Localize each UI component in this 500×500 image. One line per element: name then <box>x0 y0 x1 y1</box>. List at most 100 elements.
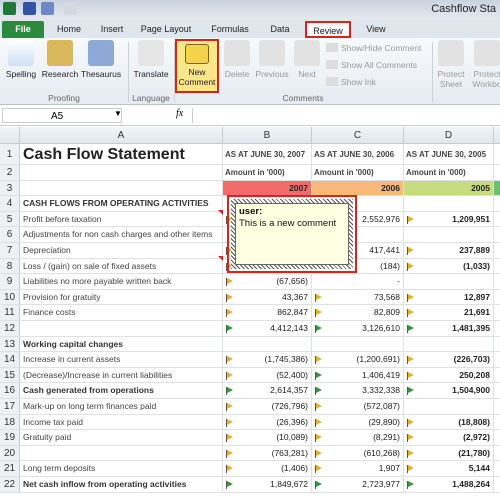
cell[interactable]: Cash generated from operations <box>20 383 223 398</box>
cell[interactable]: (1,033) <box>404 258 494 274</box>
spreadsheet-grid[interactable]: A B C D 1 Cash Flow Statement AS AT JUNE 30, 2… <box>0 127 500 500</box>
cell[interactable]: 2005 <box>404 180 494 196</box>
cell[interactable]: Cash Flow Statement <box>20 144 223 164</box>
cell[interactable]: Amount in '000) <box>312 165 404 180</box>
cell[interactable] <box>494 368 500 383</box>
cell[interactable]: 1,481,395 <box>404 321 494 336</box>
row-header[interactable]: 6 <box>0 227 20 242</box>
cell[interactable] <box>494 337 500 352</box>
cell[interactable]: 1,406,419 <box>312 367 404 383</box>
formula-input[interactable] <box>192 108 498 123</box>
insert-function-button[interactable]: fx <box>176 108 183 119</box>
cell[interactable]: 3,332,338 <box>312 383 404 398</box>
cell[interactable]: 43,367 <box>223 289 312 305</box>
spelling-button[interactable]: Spelling <box>3 40 39 79</box>
tab-insert[interactable]: Insert <box>92 21 132 38</box>
cell[interactable]: (10,089) <box>223 430 312 445</box>
cell[interactable]: 1,849,672 <box>223 477 312 492</box>
comment-text[interactable]: This is a new comment <box>239 218 345 230</box>
cell[interactable]: Provision for gratuity <box>20 289 223 305</box>
row-header[interactable]: 11 <box>0 305 20 320</box>
cell[interactable] <box>494 290 500 305</box>
cell[interactable]: (29,890) <box>312 414 404 430</box>
row-header[interactable]: 22 <box>0 477 20 492</box>
name-box-dropdown-icon[interactable]: ▼ <box>114 109 122 118</box>
previous-comment-button[interactable]: Previous <box>254 40 290 79</box>
redo-icon[interactable] <box>64 2 77 15</box>
name-box[interactable]: A5 <box>2 108 122 123</box>
cell[interactable] <box>494 196 500 211</box>
row-header[interactable]: 21 <box>0 461 20 476</box>
cell[interactable]: (726,796) <box>223 399 312 414</box>
tab-view[interactable]: View <box>356 21 396 38</box>
cell[interactable] <box>494 461 500 476</box>
cell[interactable] <box>494 212 500 227</box>
row-header[interactable]: 7 <box>0 243 20 258</box>
cell[interactable]: (572,087) <box>312 399 404 414</box>
cell[interactable] <box>494 259 500 274</box>
cell[interactable]: - <box>312 274 404 289</box>
cell[interactable] <box>20 445 223 461</box>
cell[interactable]: (8,291) <box>312 430 404 445</box>
row-header[interactable]: 13 <box>0 336 20 352</box>
cell[interactable]: Adjustments for non cash charges and oth… <box>20 227 223 242</box>
cell[interactable]: AS AT JUNE 30, 2006 <box>312 144 404 164</box>
column-header[interactable]: A <box>20 127 223 144</box>
cell[interactable]: Depreciation <box>20 243 223 258</box>
cell[interactable] <box>494 243 500 258</box>
cell[interactable] <box>494 399 500 414</box>
cell[interactable]: 2006 <box>312 180 404 196</box>
cell[interactable]: (18,808) <box>404 414 494 430</box>
save-icon[interactable] <box>23 2 36 15</box>
cell[interactable]: 1,209,951 <box>404 211 494 227</box>
cell[interactable]: 82,809 <box>312 305 404 320</box>
show-all-comments-button[interactable]: Show All Comments <box>326 60 417 70</box>
cell[interactable]: (226,703) <box>404 352 494 367</box>
cell[interactable] <box>312 336 404 352</box>
column-header[interactable]: B <box>223 127 312 144</box>
cell[interactable]: 73,568 <box>312 289 404 305</box>
undo-icon[interactable] <box>41 2 54 15</box>
thesaurus-button[interactable]: Thesaurus <box>80 40 122 79</box>
cell[interactable]: (67,656) <box>223 274 312 289</box>
cell[interactable]: (26,396) <box>223 414 312 430</box>
cell[interactable]: Gratuity paid <box>20 430 223 445</box>
row-header[interactable]: 15 <box>0 367 20 383</box>
translate-button[interactable]: Translate <box>131 40 171 79</box>
cell[interactable]: (2,972) <box>404 430 494 445</box>
row-header[interactable]: 19 <box>0 430 20 445</box>
cell[interactable]: Liabilities no more payable written back <box>20 274 223 289</box>
tab-home[interactable]: Home <box>48 21 90 38</box>
cell[interactable] <box>494 477 500 492</box>
cell[interactable]: Finance costs <box>20 305 223 320</box>
cell[interactable] <box>494 446 500 461</box>
protect-workbook-button[interactable]: Protect Workbo <box>470 40 500 89</box>
cell[interactable]: 3,126,610 <box>312 321 404 336</box>
cell[interactable] <box>404 227 494 242</box>
column-header[interactable]: D <box>404 127 494 144</box>
show-hide-comment-button[interactable]: Show/Hide Comment <box>326 43 421 53</box>
cell[interactable] <box>223 336 312 352</box>
cell[interactable] <box>494 144 500 164</box>
row-header[interactable]: 18 <box>0 414 20 430</box>
cell[interactable]: Income tax paid <box>20 414 223 430</box>
row-header[interactable]: 9 <box>0 274 20 289</box>
cell[interactable] <box>494 180 500 196</box>
cell[interactable]: Net cash inflow from operating activitie… <box>20 477 223 492</box>
cell[interactable] <box>494 305 500 320</box>
cell[interactable]: 5,144 <box>404 461 494 476</box>
cell[interactable]: (1,406) <box>223 461 312 476</box>
cell[interactable]: (1,745,386) <box>223 352 312 367</box>
cell[interactable] <box>404 399 494 414</box>
cell[interactable]: 12,897 <box>404 289 494 305</box>
row-header[interactable]: 4 <box>0 196 20 211</box>
cell[interactable]: 1,488,264 <box>404 477 494 492</box>
cell[interactable]: AS AT JUNE 30, 2005 <box>404 144 494 164</box>
row-header[interactable]: 8 <box>0 258 20 274</box>
cell[interactable]: Working capital changes <box>20 336 223 352</box>
cell[interactable]: 4,412,143 <box>223 321 312 336</box>
cell[interactable] <box>494 415 500 430</box>
cell[interactable] <box>404 274 494 289</box>
select-all-button[interactable] <box>0 127 20 144</box>
cell[interactable]: AS AT JUNE 30, 2007 <box>223 144 312 164</box>
